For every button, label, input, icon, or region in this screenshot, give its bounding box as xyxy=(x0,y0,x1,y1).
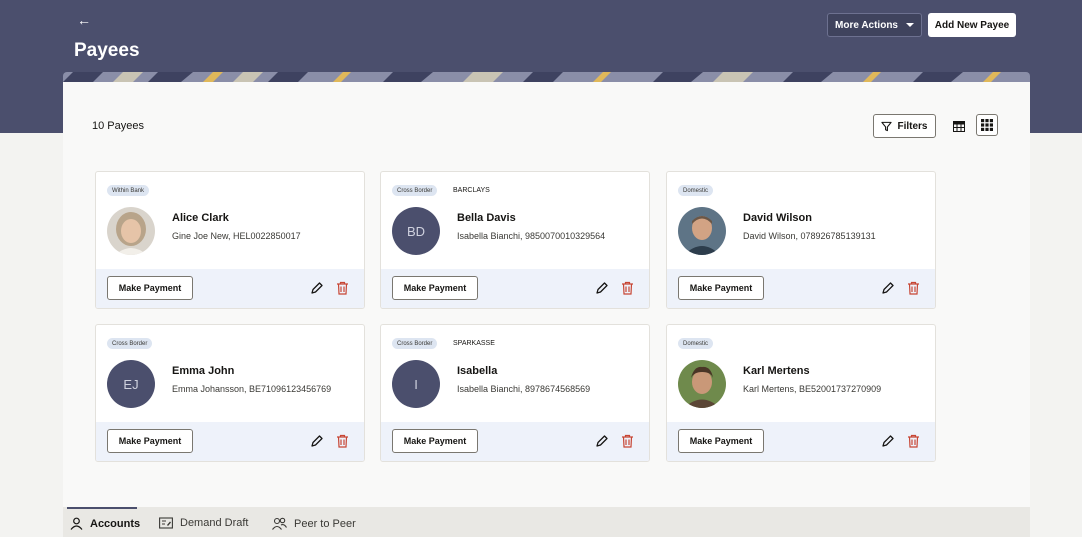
payee-type-badge: Cross Border xyxy=(392,338,438,349)
make-payment-button[interactable]: Make Payment xyxy=(107,276,193,300)
payee-card[interactable]: Within Bank Alice Clark Gine Joe New, HE… xyxy=(95,171,365,309)
edit-pencil-icon[interactable] xyxy=(595,281,609,295)
filters-label: Filters xyxy=(897,120,928,132)
payee-card-body: Domestic Karl Mertens Karl Mertens, BE52… xyxy=(667,325,935,422)
payee-count: 10 Payees xyxy=(92,120,144,132)
payee-account-detail: Karl Mertens, BE52001737270909 xyxy=(743,384,882,394)
avatar xyxy=(107,207,155,255)
make-payment-button[interactable]: Make Payment xyxy=(392,276,478,300)
payee-card-actions: Make Payment xyxy=(667,269,935,308)
delete-trash-icon[interactable] xyxy=(907,281,920,295)
payee-account-detail: Isabella Bianchi, 8978674568569 xyxy=(457,384,591,394)
delete-trash-icon[interactable] xyxy=(336,434,349,448)
tab-label: Accounts xyxy=(90,517,141,530)
edit-pencil-icon[interactable] xyxy=(595,434,609,448)
make-payment-button[interactable]: Make Payment xyxy=(392,429,478,453)
payee-card-actions: Make Payment xyxy=(96,422,364,461)
table-view-toggle[interactable] xyxy=(950,117,968,135)
active-tab-indicator xyxy=(67,507,137,509)
table-view-icon xyxy=(953,120,965,132)
payee-photo xyxy=(678,360,726,408)
draft-icon xyxy=(159,517,173,529)
delete-trash-icon[interactable] xyxy=(907,434,920,448)
tab-demand-draft[interactable]: Demand Draft xyxy=(159,517,248,529)
avatar: BD xyxy=(392,207,440,255)
payee-card-body: Domestic David Wilson David Wilson, 0789… xyxy=(667,172,935,269)
edit-pencil-icon[interactable] xyxy=(310,281,324,295)
payee-card-body: Cross Border BARCLAYS BD Bella Davis Isa… xyxy=(381,172,649,269)
payee-account-detail: Emma Johansson, BE71096123456769 xyxy=(172,384,332,394)
avatar xyxy=(678,360,726,408)
payee-account-detail: Gine Joe New, HEL0022850017 xyxy=(172,231,301,241)
payee-bank-name: BARCLAYS xyxy=(453,187,490,194)
add-new-payee-button[interactable]: Add New Payee xyxy=(928,13,1016,37)
payee-account-detail: David Wilson, 078926785139131 xyxy=(743,231,876,241)
make-payment-button[interactable]: Make Payment xyxy=(107,429,193,453)
person-icon xyxy=(70,517,83,530)
payee-card[interactable]: Cross Border BARCLAYS BD Bella Davis Isa… xyxy=(380,171,650,309)
avatar: EJ xyxy=(107,360,155,408)
back-arrow-icon[interactable]: ← xyxy=(77,12,91,28)
payee-type-badge: Domestic xyxy=(678,338,714,349)
page-title: Payees xyxy=(74,40,140,61)
payee-name: Bella Davis xyxy=(457,212,516,224)
payee-card[interactable]: Domestic David Wilson David Wilson, 0789… xyxy=(666,171,936,309)
edit-pencil-icon[interactable] xyxy=(881,281,895,295)
delete-trash-icon[interactable] xyxy=(336,281,349,295)
tab-accounts[interactable]: Accounts xyxy=(70,517,140,530)
payee-type-badge: Domestic xyxy=(678,185,714,196)
tab-label: Peer to Peer xyxy=(294,517,356,530)
edit-pencil-icon[interactable] xyxy=(881,434,895,448)
tab-peer-to-peer[interactable]: Peer to Peer xyxy=(272,517,356,530)
payee-name: David Wilson xyxy=(743,212,812,224)
payee-card-body: Within Bank Alice Clark Gine Joe New, HE… xyxy=(96,172,364,269)
payee-card-actions: Make Payment xyxy=(96,269,364,308)
payee-card-actions: Make Payment xyxy=(667,422,935,461)
more-actions-button[interactable]: More Actions xyxy=(827,13,922,37)
bottom-tab-bar: Accounts Demand Draft Peer to Peer xyxy=(63,507,1030,537)
caret-down-icon xyxy=(905,23,914,27)
payee-name: Isabella xyxy=(457,365,498,377)
payee-card-body: Cross Border SPARKASSE I Isabella Isabel… xyxy=(381,325,649,422)
payee-name: Karl Mertens xyxy=(743,365,810,377)
payee-card-actions: Make Payment xyxy=(381,269,649,308)
payee-name: Emma John xyxy=(172,365,235,377)
payee-card-actions: Make Payment xyxy=(381,422,649,461)
decorative-banner xyxy=(63,72,1030,82)
make-payment-button[interactable]: Make Payment xyxy=(678,429,764,453)
payee-account-detail: Isabella Bianchi, 9850070010329564 xyxy=(457,231,606,241)
avatar: I xyxy=(392,360,440,408)
tab-label: Demand Draft xyxy=(180,517,249,529)
avatar xyxy=(678,207,726,255)
payee-type-badge: Cross Border xyxy=(107,338,153,349)
payee-card-body: Cross Border EJ Emma John Emma Johansson… xyxy=(96,325,364,422)
payee-card[interactable]: Cross Border EJ Emma John Emma Johansson… xyxy=(95,324,365,462)
payee-type-badge: Within Bank xyxy=(107,185,150,196)
grid-view-icon xyxy=(981,119,993,131)
filters-button[interactable]: Filters xyxy=(873,114,936,138)
edit-pencil-icon[interactable] xyxy=(310,434,324,448)
payee-photo xyxy=(678,207,726,255)
payee-bank-name: SPARKASSE xyxy=(453,340,495,347)
people-icon xyxy=(272,517,287,530)
payee-name: Alice Clark xyxy=(172,212,229,224)
payee-type-badge: Cross Border xyxy=(392,185,438,196)
card-view-toggle[interactable] xyxy=(976,114,998,136)
make-payment-button[interactable]: Make Payment xyxy=(678,276,764,300)
delete-trash-icon[interactable] xyxy=(621,281,634,295)
payee-card[interactable]: Domestic Karl Mertens Karl Mertens, BE52… xyxy=(666,324,936,462)
payee-photo xyxy=(107,207,155,255)
filter-icon xyxy=(881,121,893,131)
delete-trash-icon[interactable] xyxy=(621,434,634,448)
payee-card[interactable]: Cross Border SPARKASSE I Isabella Isabel… xyxy=(380,324,650,462)
more-actions-label: More Actions xyxy=(835,19,898,31)
